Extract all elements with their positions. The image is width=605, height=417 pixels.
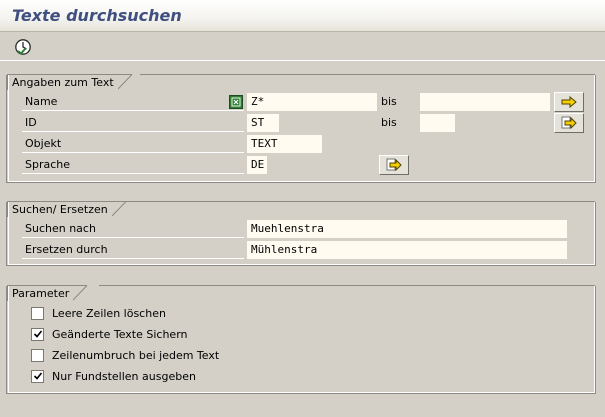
ersetzen-durch-field[interactable]: Mühlenstra [247,241,567,259]
group-parameter: Parameter Leere Zeilen löschen Geänderte… [6,285,596,394]
name-to-field[interactable] [420,93,550,111]
sprache-more-selection-button[interactable] [379,155,409,175]
objekt-field[interactable]: TEXT [247,135,322,153]
group-title: Angaben zum Text [7,74,118,90]
page-title: Texte durchsuchen [12,6,182,25]
group-title: Parameter [7,285,74,301]
checkbox-row-geaenderte-texte[interactable]: Geänderte Texte Sichern [31,325,188,343]
checkbox-label: Zeilenumbruch bei jedem Text [52,348,220,362]
checkbox[interactable] [31,369,44,383]
label-bis-id: bis [381,116,397,129]
suchen-nach-field[interactable]: Muehlenstra [247,220,567,238]
checkbox-label: Geänderte Texte Sichern [52,327,188,341]
id-more-selection-button[interactable] [554,113,584,133]
name-more-selection-button[interactable] [554,92,584,112]
sprache-field[interactable]: DE [247,156,267,174]
group-title: Suchen/ Ersetzen [7,201,112,217]
label-sprache: Sprache [22,156,244,174]
execute-clock-icon [15,39,31,55]
checkbox-row-leere-zeilen[interactable]: Leere Zeilen löschen [31,304,166,322]
label-ersetzen-durch: Ersetzen durch [22,241,244,259]
checkbox-row-nur-fundstellen[interactable]: Nur Fundstellen ausgeben [31,367,196,385]
title-bar: Texte durchsuchen [0,0,605,32]
label-objekt: Objekt [22,135,244,153]
checkbox[interactable] [31,348,44,362]
arrow-right-icon [561,96,577,108]
label-bis: bis [381,95,397,108]
label-id: ID [22,114,244,132]
execute-button[interactable] [12,36,34,58]
arrow-right-multiple-icon [386,158,402,172]
group-suchen-ersetzen: Suchen/ Ersetzen Suchen nach Muehlenstra… [6,201,596,266]
id-from-field[interactable]: ST [247,114,279,132]
label-suchen-nach: Suchen nach [22,220,244,238]
checkbox-label: Leere Zeilen löschen [52,306,166,320]
checkbox[interactable] [31,306,44,320]
label-name: Name [22,93,244,111]
group-angaben-zum-text: Angaben zum Text Name Z* bis ID ST bis O… [6,74,596,183]
checkbox-label: Nur Fundstellen ausgeben [52,369,196,383]
name-from-field[interactable]: Z* [247,93,377,111]
application-toolbar [0,33,605,61]
arrow-right-multiple-icon [561,116,577,130]
checkbox-row-zeilenumbruch[interactable]: Zeilenumbruch bei jedem Text [31,346,219,364]
multiple-selection-icon[interactable] [229,95,243,109]
id-to-field[interactable] [420,114,455,132]
checkmark-icon [33,372,42,380]
checkbox[interactable] [31,327,44,341]
checkmark-icon [33,330,42,338]
